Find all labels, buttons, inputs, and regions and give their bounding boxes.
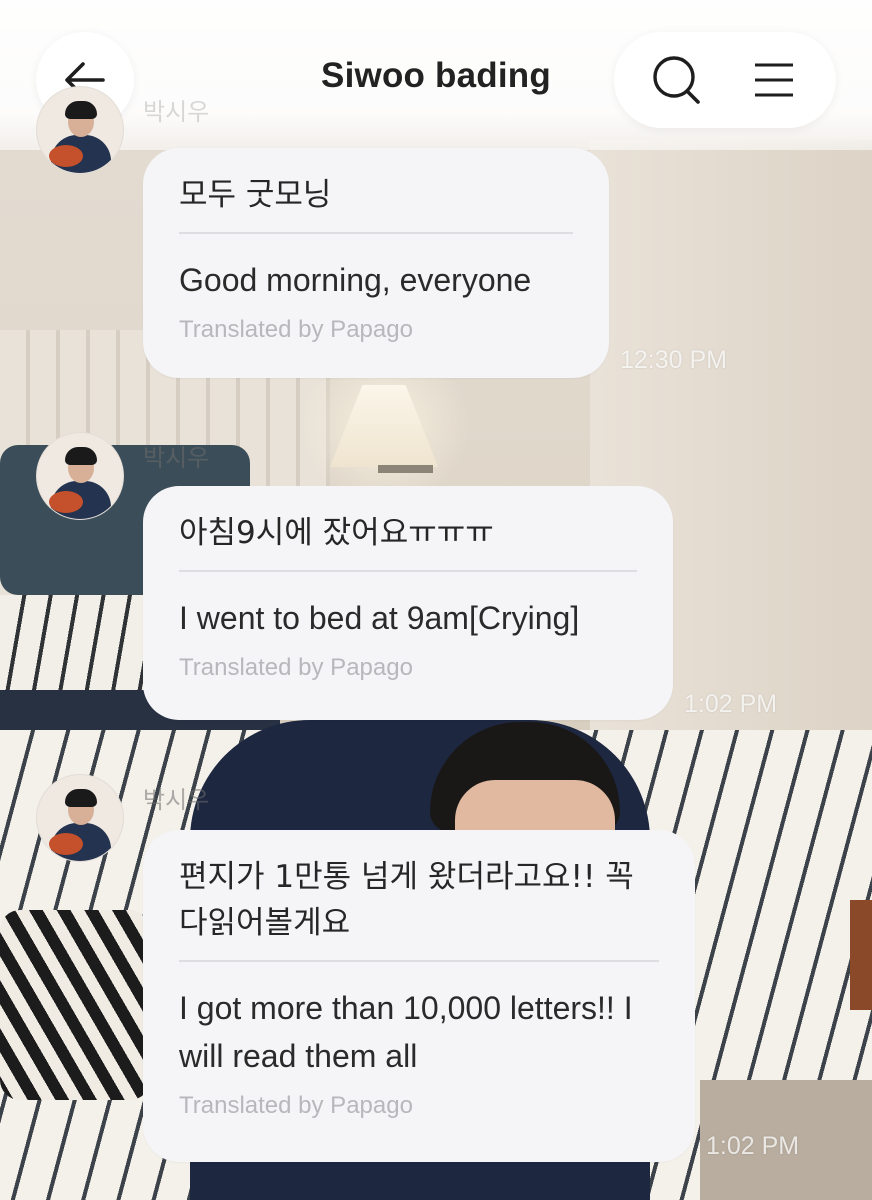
message-translation-text: I went to bed at 9am[Crying]	[179, 600, 580, 636]
message-timestamp: 1:02 PM	[706, 1132, 800, 1160]
menu-button[interactable]	[739, 45, 809, 115]
translated-by-label: Translated by Papago	[179, 654, 413, 681]
message-original-text: 모두 굿모닝	[179, 177, 332, 213]
message-original-text: 아침9시에 잤어요ㅠㅠㅠ	[179, 515, 494, 551]
message-original-text: 편지가 1만통 넘게 왔더라고요!! 꼭 다읽어볼게요	[179, 859, 634, 941]
message-translation-text: I got more than 10,000 letters!! I will …	[179, 990, 633, 1074]
chat-title: Siwoo bading	[321, 56, 551, 95]
message-bubble[interactable]: 아침9시에 잤어요ㅠㅠㅠ I went to bed at 9am[Crying…	[143, 486, 673, 720]
message-bubble[interactable]: 모두 굿모닝 Good morning, everyone Translated…	[143, 148, 609, 378]
search-button[interactable]	[642, 45, 712, 115]
header-actions	[614, 32, 836, 128]
avatar[interactable]	[36, 432, 124, 520]
avatar[interactable]	[36, 774, 124, 862]
message-translation-text: Good morning, everyone	[179, 262, 532, 298]
message-bubble[interactable]: 편지가 1만통 넘게 왔더라고요!! 꼭 다읽어볼게요 I got more t…	[143, 830, 695, 1162]
translation-divider	[179, 570, 637, 572]
sender-name: 박시우	[143, 98, 210, 126]
translated-by-label: Translated by Papago	[179, 1092, 413, 1119]
translation-divider	[179, 960, 659, 962]
sender-name: 박시우	[143, 786, 210, 814]
translated-by-label: Translated by Papago	[179, 316, 413, 343]
menu-icon	[754, 63, 793, 97]
message-timestamp: 12:30 PM	[620, 346, 728, 374]
message-timestamp: 1:02 PM	[684, 690, 778, 718]
search-icon	[652, 56, 700, 104]
sender-name: 박시우	[143, 444, 210, 472]
avatar[interactable]	[36, 86, 124, 174]
translation-divider	[179, 232, 573, 234]
